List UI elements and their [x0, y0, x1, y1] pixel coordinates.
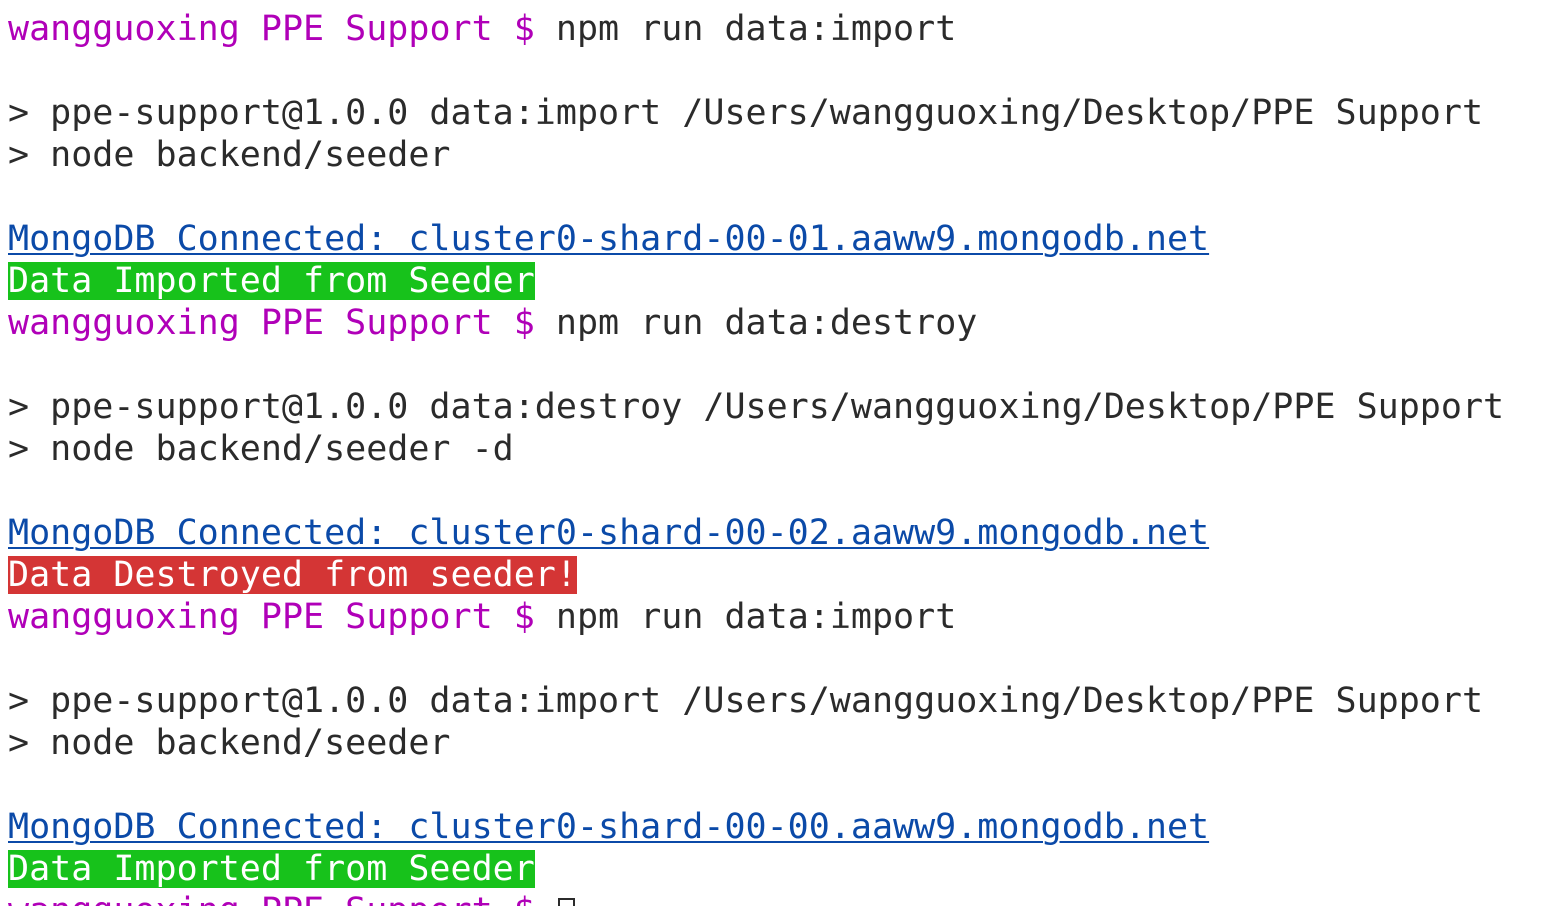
npm-output-line: > node backend/seeder — [8, 723, 451, 763]
prompt-directory: PPE Support — [261, 891, 493, 906]
command-text: npm run data:import — [555, 597, 957, 637]
prompt-user: wangguoxing — [8, 303, 240, 343]
mongo-connected-link[interactable]: MongoDB Connected: cluster0-shard-00-01.… — [8, 219, 1209, 259]
command-text: npm run data:import — [555, 9, 957, 49]
terminal-cursor[interactable] — [557, 898, 575, 906]
prompt-directory: PPE Support — [260, 303, 493, 343]
mongo-connected-link[interactable]: MongoDB Connected: cluster0-shard-00-02.… — [8, 513, 1209, 553]
prompt-symbol: $ — [513, 303, 535, 343]
result-line: Data Destroyed from seeder! — [8, 554, 1552, 596]
npm-output-line: > ppe-support@1.0.0 data:destroy /Users/… — [8, 387, 1505, 427]
npm-output-line: > node backend/seeder -d — [8, 429, 514, 469]
error-badge: Data Destroyed from seeder! — [8, 555, 577, 595]
prompt-line: wangguoxing PPE Support $ npm run data:d… — [8, 302, 1552, 344]
terminal-window[interactable]: wangguoxing PPE Support $ npm run data:i… — [0, 0, 1552, 906]
result-line: Data Imported from Seeder — [8, 260, 1552, 302]
mongo-connected-line: MongoDB Connected: cluster0-shard-00-01.… — [8, 218, 1552, 260]
success-badge: Data Imported from Seeder — [8, 849, 535, 889]
npm-output-line: > ppe-support@1.0.0 data:import /Users/w… — [8, 93, 1484, 133]
prompt-directory: PPE Support — [260, 9, 493, 49]
mongo-connected-line: MongoDB Connected: cluster0-shard-00-00.… — [8, 806, 1552, 848]
prompt-line: wangguoxing PPE Support $ npm run data:i… — [8, 8, 1552, 50]
prompt-user: wangguoxing — [8, 891, 240, 906]
prompt-symbol: $ — [513, 597, 535, 637]
result-line: Data Imported from Seeder — [8, 848, 1552, 890]
success-badge: Data Imported from Seeder — [8, 261, 535, 301]
prompt-user: wangguoxing — [8, 9, 240, 49]
prompt-directory: PPE Support — [260, 597, 493, 637]
prompt-symbol: $ — [513, 9, 535, 49]
mongo-connected-link[interactable]: MongoDB Connected: cluster0-shard-00-00.… — [8, 807, 1209, 847]
prompt-symbol: $ — [514, 891, 535, 906]
npm-output-line: > node backend/seeder — [8, 135, 451, 175]
npm-output-line: > ppe-support@1.0.0 data:import /Users/w… — [8, 681, 1484, 721]
prompt-user: wangguoxing — [8, 597, 240, 637]
current-prompt-line[interactable]: wangguoxing PPE Support $ — [8, 890, 1552, 906]
mongo-connected-line: MongoDB Connected: cluster0-shard-00-02.… — [8, 512, 1552, 554]
command-text: npm run data:destroy — [555, 303, 978, 343]
prompt-line: wangguoxing PPE Support $ npm run data:i… — [8, 596, 1552, 638]
